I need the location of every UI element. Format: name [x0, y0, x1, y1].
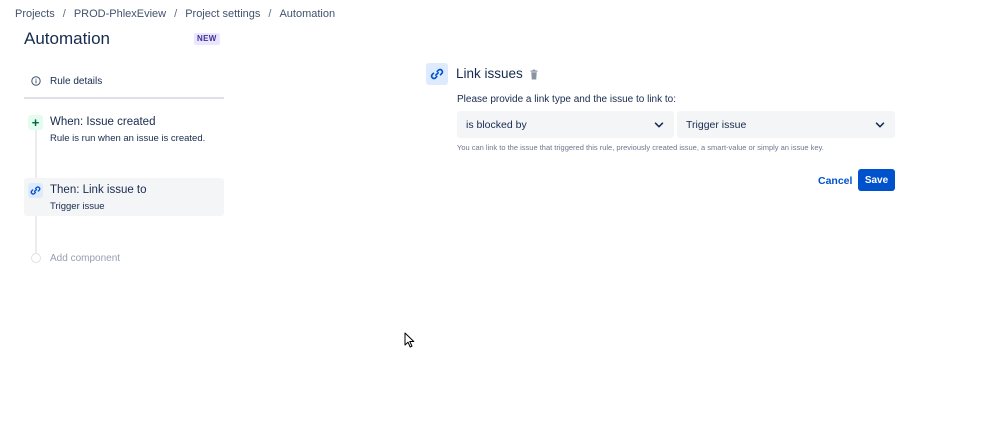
rule-details-label: Rule details [50, 75, 103, 87]
issue-value: Trigger issue [686, 118, 747, 131]
breadcrumb-separator: / [174, 8, 178, 20]
cancel-button[interactable]: Cancel [812, 170, 858, 191]
add-component-label: Add component [50, 253, 121, 264]
chevron-down-icon [654, 120, 664, 130]
add-component-dot [31, 253, 41, 263]
link-icon [28, 183, 43, 198]
link-type-value: is blocked by [466, 118, 527, 131]
panel-title: Link issues [456, 66, 523, 81]
save-button[interactable]: Save [858, 169, 895, 191]
action-step-subtitle: Trigger issue [50, 201, 105, 212]
link-icon [426, 63, 448, 85]
helper-text: You can link to the issue that triggered… [457, 143, 824, 152]
plus-icon: + [28, 115, 43, 130]
link-prompt: Please provide a link type and the issue… [457, 94, 677, 105]
chevron-down-icon [875, 120, 885, 130]
trigger-step-title: When: Issue created [50, 116, 156, 128]
add-component-button[interactable]: Add component [24, 250, 224, 268]
breadcrumb-projects[interactable]: Projects [15, 8, 55, 20]
info-icon [31, 76, 41, 86]
breadcrumb-automation[interactable]: Automation [279, 8, 335, 20]
new-badge: NEW [194, 33, 220, 45]
breadcrumb: Projects / PROD-PhlexEview / Project set… [15, 7, 335, 21]
rail-divider [24, 97, 224, 99]
rule-details-item[interactable]: Rule details [24, 70, 224, 92]
breadcrumb-project-settings[interactable]: Project settings [185, 8, 260, 20]
issue-select[interactable]: Trigger issue [677, 111, 895, 138]
page-title: Automation [24, 29, 110, 48]
trigger-step-subtitle: Rule is run when an issue is created. [50, 133, 206, 144]
breadcrumb-separator: / [62, 8, 66, 20]
breadcrumb-separator: / [268, 8, 272, 20]
trash-icon[interactable] [529, 68, 539, 80]
action-step-title: Then: Link issue to [50, 184, 147, 196]
trigger-step[interactable]: + When: Issue created Rule is run when a… [24, 112, 224, 152]
mouse-cursor-icon [404, 332, 415, 348]
breadcrumb-project[interactable]: PROD-PhlexEview [74, 8, 166, 20]
action-step[interactable]: Then: Link issue to Trigger issue [24, 178, 224, 216]
link-type-select[interactable]: is blocked by [457, 111, 674, 138]
